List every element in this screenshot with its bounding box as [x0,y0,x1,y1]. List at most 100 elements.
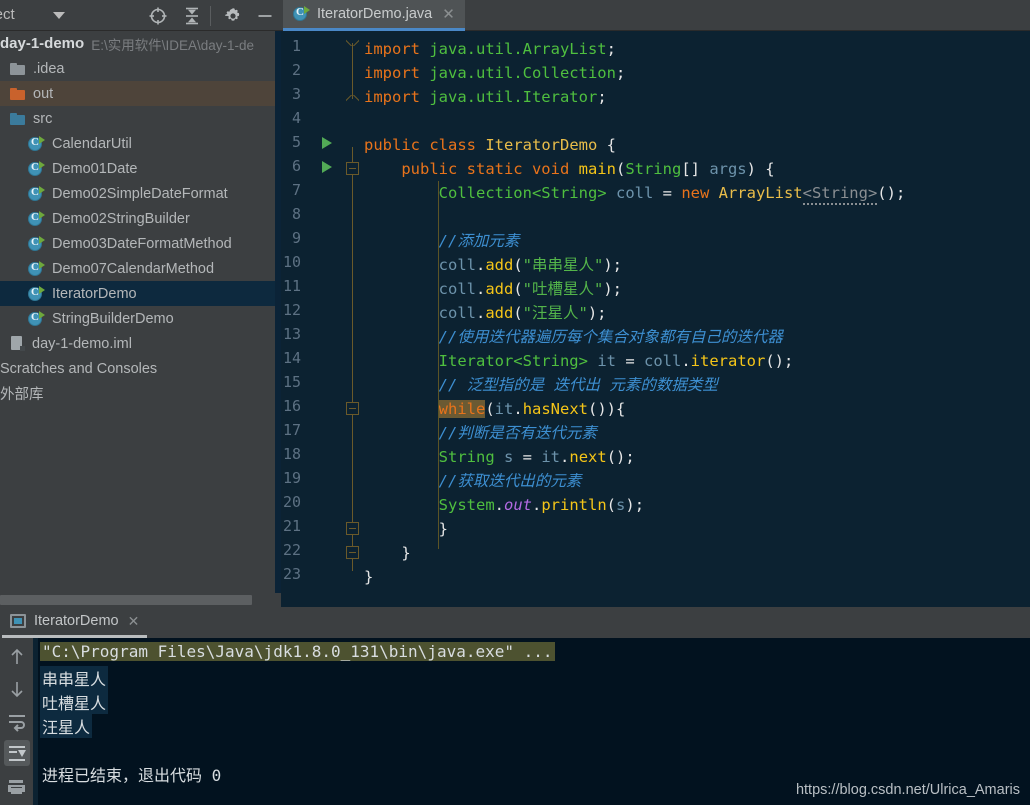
editor-area: C IteratorDemo.java ✕ 1 2 3 4 5 6 7 8 9 10 11 12 13 1… [281,0,1030,607]
code-line[interactable]: //判断是否有迭代元素 [364,421,597,445]
console-left-gutter [33,638,38,805]
tree-item-demo02simpledateformat[interactable]: C Demo02SimpleDateFormat [0,181,281,206]
fold-collapse-icon[interactable] [346,402,359,415]
project-panel: oject [0,0,281,607]
fold-collapse-icon[interactable] [346,95,359,102]
tree-item-scratches-and-consoles[interactable]: Scratches and Consoles [0,356,281,381]
folder-blue-icon [10,112,25,125]
up-arrow-icon[interactable] [4,644,30,670]
tree-item-label: Demo02StringBuilder [52,210,190,227]
tree-item-label: Demo01Date [52,160,138,177]
run-gutter-icon[interactable] [322,161,332,173]
tree-item-demo07calendarmethod[interactable]: C Demo07CalendarMethod [0,256,281,281]
code-line[interactable]: import java.util.Collection; [364,61,625,85]
scrollbar-thumb[interactable] [0,595,252,605]
indent-guide [438,181,439,549]
line-number: 9 [291,229,301,247]
code-line[interactable]: String s = it.next(); [364,445,635,469]
soft-wrap-icon[interactable] [4,708,30,734]
tree-item-label: Demo07CalendarMethod [52,260,215,277]
tree-item-label: 外部库 [0,387,44,403]
code-line[interactable]: } [364,517,448,541]
locate-icon[interactable] [148,6,168,26]
editor-tab-label: IteratorDemo.java [317,6,433,22]
code-line[interactable]: import java.util.Iterator; [364,85,607,109]
code-line[interactable]: coll.add("汪星人"); [364,301,607,325]
down-arrow-icon[interactable] [4,676,30,702]
tree-item-src[interactable]: src [0,106,281,131]
code-line[interactable]: } [364,565,373,589]
code-line[interactable]: //使用迭代器遍历每个集合对象都有自己的迭代器 [364,325,783,349]
tree-item-idea[interactable]: .idea [0,56,281,81]
hide-panel-icon[interactable] [255,6,275,26]
console-output-line: 吐槽星人 [40,690,109,714]
line-number: 17 [282,421,301,439]
run-tab-label: IteratorDemo [34,613,119,629]
tree-item-demo01date[interactable]: C Demo01Date [0,156,281,181]
editor-tab-bar: C IteratorDemo.java ✕ [281,0,1030,31]
fold-collapse-icon[interactable] [346,546,359,559]
line-number: 18 [282,445,301,463]
tree-item-demo02stringbuilder[interactable]: C Demo02StringBuilder [0,206,281,231]
tree-item-path: E:\实用软件\IDEA\day-1-de [91,37,254,53]
line-number: 10 [282,253,301,271]
code-line[interactable]: } [364,541,410,565]
fold-collapse-icon[interactable] [346,162,359,175]
fold-line [352,43,353,99]
code-line[interactable]: System.out.println(s); [364,493,644,517]
tree-item-day-1-demo[interactable]: day-1-demo E:\实用软件\IDEA\day-1-de [0,31,281,56]
print-icon[interactable] [4,774,30,800]
code-line[interactable]: coll.add("串串星人"); [364,253,622,277]
code-line[interactable]: // 泛型指的是 迭代出 元素的数据类型 [364,373,718,397]
idea-window: oject [0,0,1030,805]
run-gutter-icon[interactable] [322,137,332,149]
code-line[interactable]: while(it.hasNext()){ [364,397,625,421]
code-line[interactable]: //添加元素 [364,229,520,253]
code-line[interactable]: coll.add("吐槽星人"); [364,277,622,301]
tree-item-[interactable]: 外部库 [0,381,281,406]
run-toolbar [0,638,33,805]
console-output[interactable]: https://blog.csdn.net/Ulrica_Amaris "C:\… [33,638,1030,805]
collapse-all-icon[interactable] [182,6,202,26]
code-line[interactable]: Collection<String> coll = new ArrayList<… [364,181,905,205]
scroll-to-end-icon[interactable] [4,740,30,766]
close-icon[interactable]: ✕ [442,5,455,23]
run-tab-iteratordemo[interactable]: IteratorDemo ✕ [2,607,148,638]
tree-item-demo03dateformatmethod[interactable]: C Demo03DateFormatMethod [0,231,281,256]
java-class-icon: C [28,310,45,327]
close-icon[interactable]: ✕ [128,613,140,630]
fold-line [352,147,353,571]
code-line[interactable]: import java.util.ArrayList; [364,37,616,61]
gear-icon[interactable] [223,6,243,26]
code-line[interactable]: Iterator<String> it = coll.iterator(); [364,349,794,373]
tree-item-label: src [33,110,53,127]
java-class-icon: C [28,235,45,252]
line-number: 6 [291,157,301,175]
tree-item-label: IteratorDemo [52,285,137,302]
project-panel-title[interactable]: oject [0,6,15,23]
chevron-down-icon[interactable] [53,12,65,19]
fold-collapse-icon[interactable] [346,39,359,46]
tree-item-iteratordemo[interactable]: C IteratorDemo [0,281,281,306]
editor-gutter[interactable]: 1 2 3 4 5 6 7 8 9 10 11 12 13 14 15 16 17 18 19 20 21 22 23 [281,31,364,607]
tree-item-out[interactable]: out [0,81,281,106]
line-number: 4 [291,109,301,127]
code-text[interactable]: import java.util.ArrayList; import java.u… [364,31,1030,607]
console-output-line: 串串星人 [40,666,109,690]
tree-item-calendarutil[interactable]: C CalendarUtil [0,131,281,156]
folder-gray-icon [10,62,25,75]
tree-item-stringbuilderdemo[interactable]: C StringBuilderDemo [0,306,281,331]
code-line[interactable]: public static void main(String[] args) { [364,157,774,181]
line-number: 21 [282,517,301,535]
code-line[interactable]: //获取迭代出的元素 [364,469,582,493]
fold-collapse-icon[interactable] [346,522,359,535]
code-line[interactable]: public class IteratorDemo { [364,133,616,157]
project-tree-horizontal-scrollbar[interactable] [0,593,281,607]
tree-item-day-1-demo-iml[interactable]: day-1-demo.iml [0,331,281,356]
project-tree[interactable]: day-1-demo E:\实用软件\IDEA\day-1-de .idea out s… [0,31,281,593]
console-output-line: 汪星人 [40,714,93,738]
editor-tab-iteratordemo[interactable]: C IteratorDemo.java ✕ [283,0,465,31]
code-editor[interactable]: 1 2 3 4 5 6 7 8 9 10 11 12 13 14 15 16 17 18 19 20 21 22 23 im… [281,31,1030,607]
tree-item-label: .idea [33,60,65,77]
line-number: 5 [291,133,301,151]
